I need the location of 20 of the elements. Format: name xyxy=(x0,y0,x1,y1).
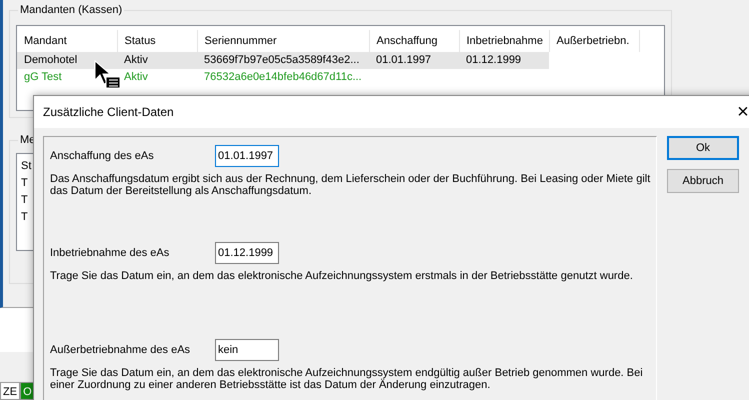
list-cell: Aktiv xyxy=(117,69,197,86)
list-cell: Demohotel xyxy=(17,52,117,70)
field-label: Inbetriebnahme des eAs xyxy=(50,246,170,261)
list-cell-text: T xyxy=(21,176,28,192)
field-description: Das Anschaffungsdatum ergibt sich aus der Rechnung, dem Lieferschein oder der Buchführung. Bei Leasing oder Miete gilt das Datum der Bereitstellung als Anschaffungsdatum. xyxy=(50,173,652,197)
field-description: Trage Sie das Datum ein, an dem das elektronische Aufzeichnungssystem erstmals in der Betriebsstätte genutzt wurde. xyxy=(50,270,634,282)
list-cell: 53669f7b97e05c5a3589f43e2... xyxy=(197,52,369,70)
list-cell-text: T xyxy=(21,210,28,226)
field-label: Anschaffung des eAs xyxy=(50,148,155,164)
list-cell: 01.01.1997 xyxy=(369,52,459,70)
list-cell: gG Test xyxy=(17,69,117,86)
list-cell: 01.12.1999 xyxy=(459,52,549,70)
column-header: St xyxy=(21,159,32,174)
field-description: Trage Sie das Datum ein, an dem das elektronische Aufzeichnungssystem endgültig außer Betrieb genommen wurde. Bei einer Zuordnung zu einer anderen Betriebsstätte ist das Datum der Änderung einzutragen. xyxy=(50,367,644,391)
list-cell-text: T xyxy=(21,193,28,208)
list-cell: 76532a6e0e14bfeb46d67d11c... xyxy=(197,69,369,86)
field-label: Außerbetriebnahme des eAs xyxy=(50,342,192,358)
list-cell: Aktiv xyxy=(117,52,197,70)
status-cell: ZE xyxy=(0,382,20,400)
group-title: Mandanten (Kassen) xyxy=(19,4,124,18)
